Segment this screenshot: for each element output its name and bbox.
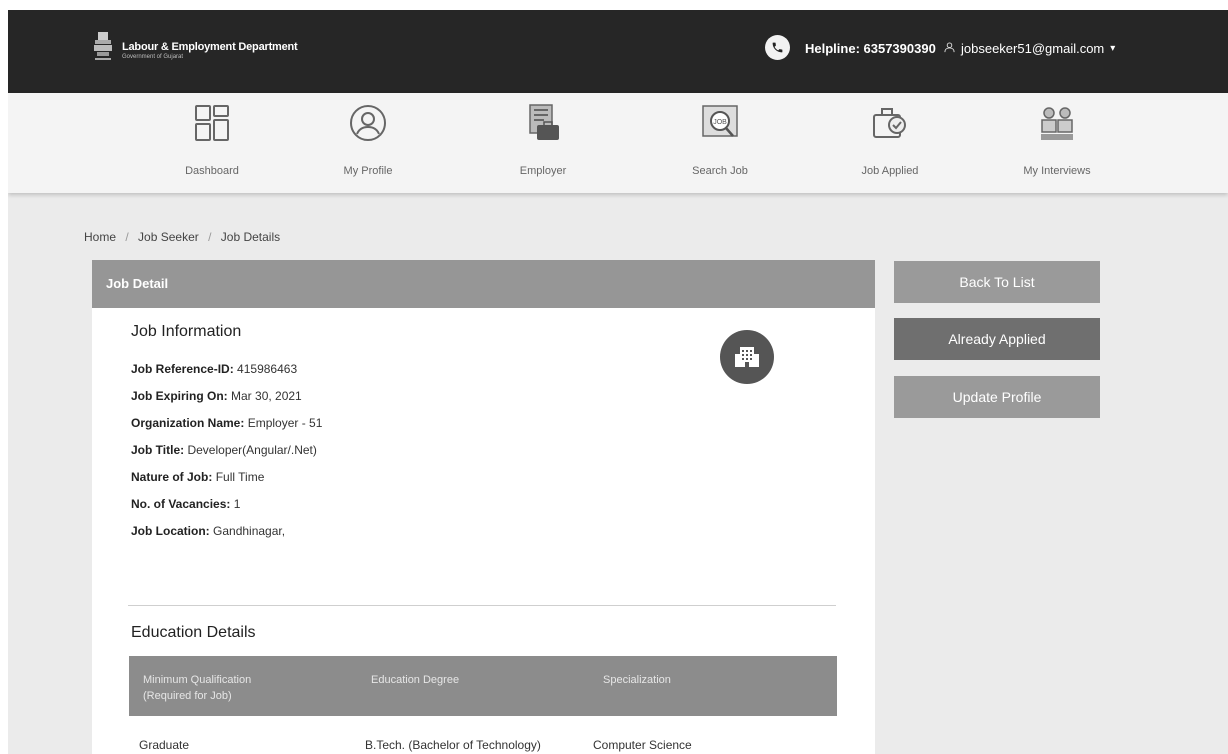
field-label: Job Expiring On:: [131, 389, 228, 403]
job-applied-icon: [873, 108, 906, 138]
field-label: Nature of Job:: [131, 470, 213, 484]
dept-subtitle: Government of Gujarat: [122, 54, 184, 60]
field-label: Job Reference-ID:: [131, 362, 234, 376]
field-nature-of-job: Nature of Job: Full Time: [131, 470, 264, 484]
job-detail-header: Job Detail: [92, 260, 875, 308]
field-value: 1: [233, 497, 241, 511]
field-value: Developer(Angular/.Net): [187, 443, 317, 457]
field-value: Gandhinagar,: [213, 524, 286, 538]
user-icon: [944, 41, 955, 56]
table-cell: Computer Science: [593, 738, 692, 752]
field-label: Organization Name:: [131, 416, 245, 430]
main-nav: Dashboard My Profile Employer JOB Search…: [8, 93, 1228, 193]
search-job-icon: JOB: [702, 105, 738, 137]
field-job-reference-id: Job Reference-ID: 415986463: [131, 362, 297, 376]
field-no-of-vacancies: No. of Vacancies: 1: [131, 497, 240, 511]
nav-my-profile[interactable]: My Profile: [293, 93, 443, 193]
field-job-location: Job Location: Gandhinagar,: [131, 524, 285, 538]
nav-label: Dashboard: [185, 165, 239, 177]
field-value: Mar 30, 2021: [231, 389, 302, 403]
top-header: Labour & Employment Department Governmen…: [8, 10, 1228, 93]
field-label: Job Title:: [131, 443, 185, 457]
field-value: Full Time: [215, 470, 265, 484]
table-row: Graduate B.Tech. (Bachelor of Technology…: [129, 716, 837, 754]
table-cell: Graduate: [139, 738, 190, 752]
back-to-list-button[interactable]: Back To List: [894, 261, 1100, 303]
table-cell: B.Tech. (Bachelor of Technology): [365, 738, 541, 752]
breadcrumb-home[interactable]: Home: [84, 230, 116, 244]
job-information-title: Job Information: [131, 323, 242, 340]
nav-search-job[interactable]: JOB Search Job: [645, 93, 795, 193]
dashboard-icon: [195, 105, 229, 141]
field-label: No. of Vacancies:: [131, 497, 231, 511]
state-emblem-icon: [94, 32, 112, 60]
nav-employer[interactable]: Employer: [468, 93, 618, 193]
nav-label: Search Job: [692, 165, 748, 177]
column-header-education-degree: Education Degree: [371, 674, 460, 686]
user-menu[interactable]: jobseeker51@gmail.com ▾: [944, 41, 1115, 56]
profile-icon: [350, 105, 386, 141]
field-organization-name: Organization Name: Employer - 51: [131, 416, 322, 430]
field-value: Employer - 51: [247, 416, 323, 430]
breadcrumb-job-seeker[interactable]: Job Seeker: [138, 230, 199, 244]
employer-icon: [529, 104, 559, 140]
nav-label: Job Applied: [861, 165, 919, 177]
phone-icon: [765, 35, 790, 60]
breadcrumb-separator: /: [125, 230, 129, 244]
nav-label: My Profile: [343, 165, 393, 177]
field-job-expiring-on: Job Expiring On: Mar 30, 2021: [131, 389, 302, 403]
nav-dashboard[interactable]: Dashboard: [137, 93, 287, 193]
svg-text:JOB: JOB: [713, 119, 727, 126]
field-label: Job Location:: [131, 524, 210, 538]
app-window: Labour & Employment Department Governmen…: [8, 10, 1228, 754]
organization-icon: [720, 330, 774, 384]
job-detail-title: Job Detail: [106, 276, 169, 291]
dept-name[interactable]: Labour & Employment Department: [122, 41, 298, 53]
interviews-icon: [1041, 107, 1073, 140]
section-divider: [128, 605, 836, 606]
nav-job-applied[interactable]: Job Applied: [815, 93, 965, 193]
education-table-header: Minimum Qualification (Required for Job)…: [129, 656, 837, 716]
page: Labour & Employment Department Governmen…: [0, 0, 1228, 754]
column-header-min-qualification: Minimum Qualification (Required for Job): [143, 674, 252, 702]
field-value: 415986463: [237, 362, 298, 376]
nav-my-interviews[interactable]: My Interviews: [982, 93, 1132, 193]
field-job-title: Job Title: Developer(Angular/.Net): [131, 443, 317, 457]
nav-label: Employer: [519, 165, 567, 177]
breadcrumb-separator: /: [208, 230, 212, 244]
education-details-title: Education Details: [131, 624, 256, 641]
helpline-number: Helpline: 6357390390: [805, 41, 936, 56]
chevron-down-icon: ▾: [1110, 43, 1116, 54]
breadcrumb: Home / Job Seeker / Job Details: [84, 230, 280, 244]
breadcrumb-job-details: Job Details: [220, 230, 281, 244]
column-header-specialization: Specialization: [603, 674, 671, 686]
user-email: jobseeker51@gmail.com: [961, 41, 1105, 56]
update-profile-button[interactable]: Update Profile: [894, 376, 1100, 418]
already-applied-button[interactable]: Already Applied: [894, 318, 1100, 360]
nav-label: My Interviews: [1023, 165, 1091, 177]
